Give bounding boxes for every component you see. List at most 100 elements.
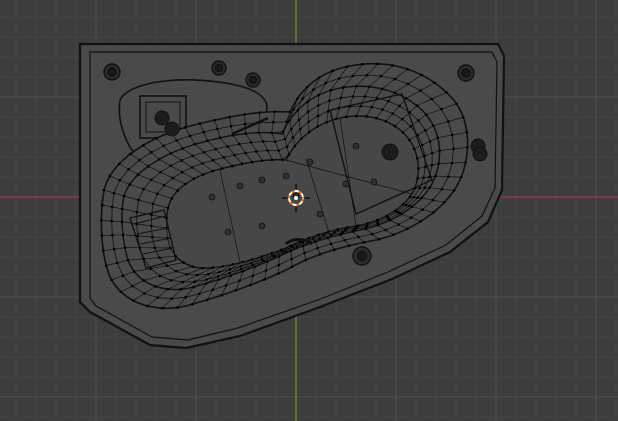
mesh-vertex — [251, 263, 254, 267]
3d-viewport[interactable] — [0, 0, 618, 421]
jet-nozzle-icon[interactable] — [164, 121, 180, 137]
mesh-vertex — [393, 209, 397, 213]
mesh-vertex — [260, 255, 264, 258]
mesh-vertex — [317, 76, 321, 79]
jet-nozzle-icon[interactable] — [154, 110, 170, 126]
jet-nozzle-icon[interactable] — [381, 143, 399, 161]
mesh-vertex — [142, 187, 145, 191]
bathtub-mesh[interactable] — [78, 42, 506, 350]
mesh-vertex — [270, 158, 274, 162]
mesh-vertex — [273, 255, 277, 258]
mesh-vertex — [171, 176, 175, 180]
mesh-vertex — [104, 264, 108, 267]
mesh-vertex — [353, 228, 356, 231]
jet-nozzle-icon[interactable] — [472, 146, 488, 162]
mesh-vertex — [301, 244, 305, 248]
mesh-vertex — [253, 265, 257, 268]
mesh-vertex — [450, 133, 454, 137]
mesh-vertex — [431, 198, 435, 202]
mesh-vertex — [437, 162, 440, 165]
mesh-vertex — [111, 233, 114, 237]
mesh-vertex — [211, 266, 215, 270]
mesh-vertex — [316, 246, 319, 250]
mesh-vertex — [241, 260, 244, 264]
mesh-vertex — [313, 240, 317, 244]
mesh-vertex — [277, 149, 280, 152]
mesh-vertex — [424, 113, 428, 116]
mesh-vertex — [307, 120, 310, 124]
mesh-vertex — [192, 285, 195, 289]
mesh-vertex — [243, 122, 247, 126]
mesh-vertex — [291, 136, 295, 139]
mesh-vertex — [419, 220, 423, 223]
mesh-vertex — [174, 254, 178, 258]
mesh-vertex — [415, 157, 419, 160]
mesh-vertex — [318, 237, 321, 240]
mesh-vertex — [205, 278, 208, 281]
mesh-vertex — [375, 96, 379, 100]
mesh-vertex — [401, 130, 405, 134]
mesh-vertex — [365, 73, 369, 77]
mesh-vertex — [420, 196, 423, 200]
drain-hole-icon[interactable] — [457, 64, 475, 82]
mesh-vertex — [165, 264, 169, 267]
mesh-vertex — [169, 164, 172, 168]
drain-hole-icon[interactable] — [211, 60, 227, 76]
mesh-vertex — [348, 105, 351, 108]
mesh-vertex — [281, 130, 285, 133]
mesh-vertex — [161, 306, 164, 310]
mesh-vertex — [244, 151, 247, 155]
mesh-vertex — [170, 197, 173, 200]
grip-dot — [282, 172, 290, 180]
mesh-vertex — [285, 145, 289, 149]
mesh-vertex — [100, 219, 103, 222]
mesh-vertex — [344, 228, 347, 232]
mesh-vertex — [283, 137, 287, 141]
mesh-vertex — [305, 85, 309, 89]
mesh-vertex — [263, 278, 266, 281]
mesh-vertex — [162, 144, 165, 148]
mesh-vertex — [357, 235, 360, 239]
mesh-vertex — [112, 247, 116, 251]
mesh-vertex — [306, 110, 310, 114]
mesh-vertex — [207, 272, 210, 276]
mesh-vertex — [445, 91, 448, 94]
mesh-vertex — [271, 120, 275, 124]
mesh-vertex — [416, 177, 419, 180]
mesh-vertex — [333, 231, 336, 234]
mesh-vertex — [406, 227, 409, 231]
mesh-vertex — [260, 159, 264, 162]
drain-hole-icon[interactable] — [103, 63, 121, 81]
drain-hole-icon[interactable] — [352, 246, 372, 266]
mesh-vertex — [333, 248, 336, 251]
mesh-vertex — [336, 228, 340, 231]
mesh-vertex — [151, 235, 154, 239]
mesh-vertex — [428, 186, 431, 189]
mesh-vertex — [379, 74, 383, 78]
mesh-vertex — [341, 230, 345, 234]
drain-hole-icon[interactable] — [245, 72, 261, 88]
mesh-vertex — [421, 208, 424, 211]
viewport-canvas[interactable] — [0, 0, 618, 421]
mesh-vertex — [179, 287, 183, 291]
mesh-vertex — [428, 140, 432, 143]
mesh-vertex — [354, 114, 358, 118]
mesh-vertex — [361, 62, 364, 66]
mesh-vertex — [409, 216, 413, 220]
mesh-vertex — [191, 154, 194, 158]
mesh-vertex — [307, 236, 311, 240]
mesh-vertex — [326, 110, 330, 113]
mesh-vertex — [151, 202, 155, 206]
mesh-vertex — [422, 176, 425, 179]
mesh-vertex — [127, 167, 130, 171]
mesh-vertex — [450, 161, 454, 165]
mesh-vertex — [166, 287, 170, 291]
mesh-vertex — [102, 249, 105, 252]
mesh-vertex — [229, 274, 233, 277]
mesh-vertex — [201, 162, 204, 165]
mesh-vertex — [175, 139, 178, 142]
mesh-vertex — [129, 152, 132, 156]
mesh-vertex — [343, 238, 347, 242]
mesh-vertex — [166, 206, 170, 210]
mesh-vertex — [158, 256, 161, 259]
